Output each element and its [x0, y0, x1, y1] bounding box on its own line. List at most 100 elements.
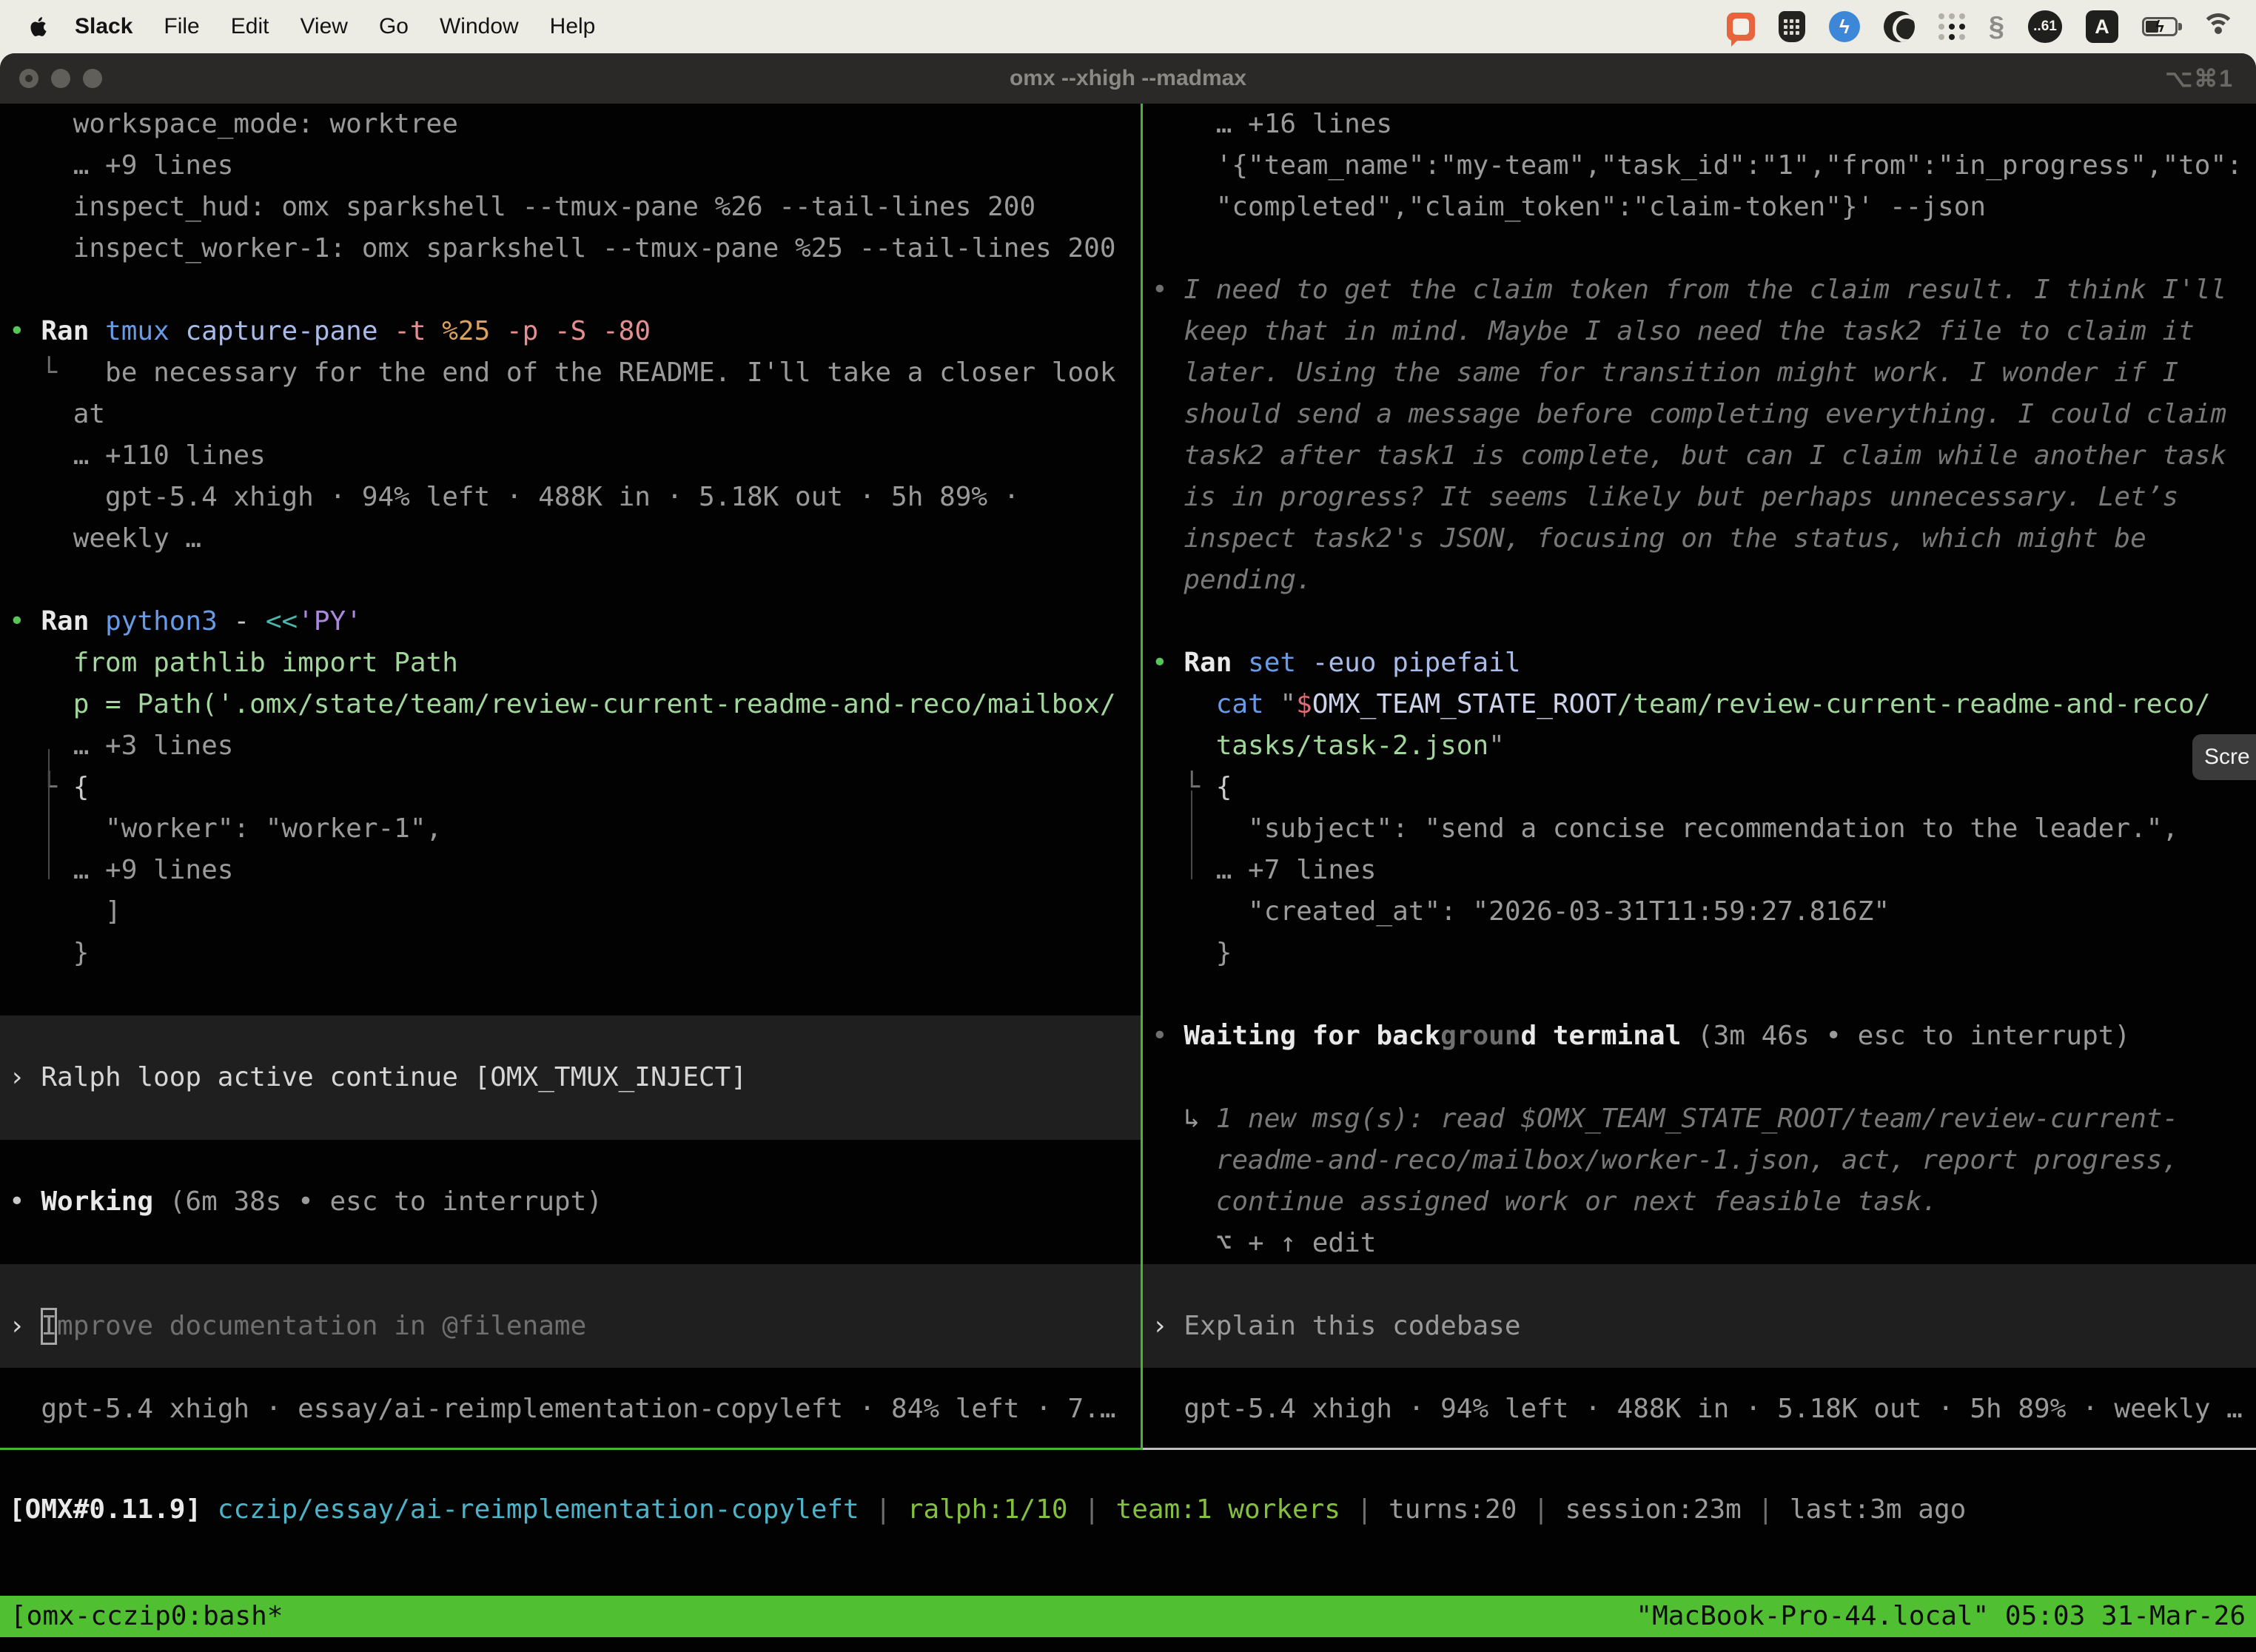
terminal-line: "subject": "send a concise recommendatio…	[1143, 808, 2256, 850]
right-pane-bottom-border	[1143, 1448, 2256, 1450]
terminal-line: inspect_worker-1: omx sparkshell --tmux-…	[0, 228, 1141, 269]
model-status: gpt-5.4 xhigh · 94% left · 488K in · 5.1…	[1143, 1368, 2256, 1430]
terminal-line: should send a message before completing …	[1143, 394, 2256, 435]
menu-item-help[interactable]: Help	[534, 14, 611, 39]
terminal-line: pending.	[1143, 560, 2256, 601]
menu-item-window[interactable]: Window	[424, 14, 534, 39]
lightning-app-icon[interactable]: ϟ	[1829, 11, 1860, 42]
terminal-line: • Ran set -euo pipefail	[1143, 642, 2256, 684]
menu-bar: SlackFileEditViewGoWindowHelp ϟ § ..61 A…	[0, 0, 2256, 53]
tmux-session-label: [omx-cczip0:bash*	[10, 1596, 283, 1637]
terminal-line: gpt-5.4 xhigh · 94% left · 488K in · 5.1…	[0, 477, 1141, 518]
count-badge-icon[interactable]: ..61	[2028, 10, 2062, 43]
screen-share-icon[interactable]	[1727, 13, 1755, 41]
terminal-line	[0, 269, 1141, 311]
terminal-line: › Explain this codebase	[1143, 1306, 2256, 1347]
terminal-line	[1143, 974, 2256, 1015]
terminal-line: … +9 lines	[0, 145, 1141, 187]
terminal-line	[1143, 601, 2256, 642]
working-status: • Working (6m 38s • esc to interrupt)	[0, 1140, 1141, 1264]
terminal-window: omx --xhigh --madmax ⌥⌘1 workspace_mode:…	[0, 53, 2256, 1652]
terminal-line: ↳ 1 new msg(s): read $OMX_TEAM_STATE_ROO…	[1143, 1098, 2256, 1140]
terminal-line: "created_at": "2026-03-31T11:59:27.816Z"	[1143, 891, 2256, 933]
terminal-line: inspect_hud: omx sparkshell --tmux-pane …	[0, 187, 1141, 228]
omx-status-line: [OMX#0.11.9] cczip/essay/ai-reimplementa…	[0, 1489, 1966, 1531]
terminal-line: … +9 lines	[0, 850, 1141, 891]
minimize-button[interactable]	[51, 69, 70, 88]
crescent-app-icon[interactable]	[1884, 11, 1915, 42]
terminal-line	[0, 1015, 1141, 1057]
terminal-line	[1143, 1057, 2256, 1098]
terminal-content: workspace_mode: worktree … +9 lines insp…	[0, 104, 2256, 1652]
terminal-line: readme-and-reco/mailbox/worker-1.json, a…	[1143, 1140, 2256, 1181]
terminal-line: "worker": "worker-1",	[0, 808, 1141, 850]
close-button[interactable]	[19, 69, 38, 88]
menu-item-go[interactable]: Go	[363, 14, 424, 39]
terminal-line: keep that in mind. Maybe I also need the…	[1143, 311, 2256, 352]
wifi-icon[interactable]	[2201, 13, 2235, 40]
traffic-lights	[19, 69, 102, 88]
app-grid-icon[interactable]	[1938, 13, 1965, 40]
terminal-line: weekly …	[0, 518, 1141, 560]
tooltip: Scre	[2192, 734, 2256, 780]
prompt-input[interactable]: › Improve documentation in @filename	[0, 1264, 1141, 1368]
terminal-line: from pathlib import Path	[0, 642, 1141, 684]
left-pane-bottom-border	[0, 1448, 1143, 1450]
zoom-button[interactable]	[83, 69, 102, 88]
charging-bolt-icon: ϟ	[2144, 19, 2175, 34]
right-terminal-pane[interactable]: … +16 lines '{"team_name":"my-team","tas…	[1143, 104, 2256, 1448]
hook-icon[interactable]: §	[1989, 11, 2004, 42]
prompt-input[interactable]: › Explain this codebase	[1143, 1264, 2256, 1368]
terminal-line: continue assigned work or next feasible …	[1143, 1181, 2256, 1223]
terminal-line: '{"team_name":"my-team","task_id":"1","f…	[1143, 145, 2256, 187]
menu-item-slack[interactable]: Slack	[59, 14, 148, 39]
terminal-line: › Ralph loop active continue [OMX_TMUX_I…	[0, 1057, 1141, 1098]
terminal-line	[0, 1140, 1141, 1181]
a-badge-icon[interactable]: A	[2086, 10, 2118, 43]
left-output-guide-line	[48, 749, 50, 879]
apple-menu-icon[interactable]	[25, 15, 49, 38]
terminal-line	[0, 560, 1141, 601]
terminal-line: gpt-5.4 xhigh · 94% left · 488K in · 5.1…	[1143, 1389, 2256, 1430]
scrollback-output: workspace_mode: worktree … +9 lines insp…	[0, 104, 1141, 1015]
terminal-line: • Ran tmux capture-pane -t %25 -p -S -80	[0, 311, 1141, 352]
terminal-line: }	[0, 933, 1141, 974]
terminal-line: cat "$OMX_TEAM_STATE_ROOT/team/review-cu…	[1143, 684, 2256, 725]
right-output-guide-line	[1191, 790, 1192, 879]
terminal-line: tasks/task-2.json"	[1143, 725, 2256, 767]
terminal-line: … +16 lines	[1143, 104, 2256, 145]
terminal-line: task2 after task1 is complete, but can I…	[1143, 435, 2256, 477]
model-status: gpt-5.4 xhigh · essay/ai-reimplementatio…	[0, 1368, 1141, 1430]
terminal-line: • Ran python3 - <<'PY'	[0, 601, 1141, 642]
terminal-line: › Improve documentation in @filename	[0, 1306, 1141, 1347]
terminal-line: └ be necessary for the end of the README…	[0, 352, 1141, 394]
terminal-line	[0, 1098, 1141, 1140]
window-title: omx --xhigh --madmax	[1010, 66, 1246, 91]
tmux-host-clock-label: "MacBook-Pro-44.local" 05:03 31-Mar-26	[1636, 1596, 2246, 1637]
terminal-line: ]	[0, 891, 1141, 933]
menu-item-edit[interactable]: Edit	[215, 14, 285, 39]
terminal-line: }	[1143, 933, 2256, 974]
terminal-line: p = Path('.omx/state/team/review-current…	[0, 684, 1141, 725]
terminal-line	[0, 1264, 1141, 1306]
window-titlebar[interactable]: omx --xhigh --madmax ⌥⌘1	[0, 53, 2256, 104]
menu-items: SlackFileEditViewGoWindowHelp	[59, 14, 611, 39]
left-terminal-pane[interactable]: workspace_mode: worktree … +9 lines insp…	[0, 104, 1141, 1448]
terminal-line: "completed","claim_token":"claim-token"}…	[1143, 187, 2256, 228]
terminal-line: inspect task2's JSON, focusing on the st…	[1143, 518, 2256, 560]
terminal-line: … +110 lines	[0, 435, 1141, 477]
shield-grid-icon[interactable]	[1779, 11, 1805, 42]
menu-item-file[interactable]: File	[148, 14, 215, 39]
terminal-line: later. Using the same for transition mig…	[1143, 352, 2256, 394]
ralph-loop-banner: › Ralph loop active continue [OMX_TMUX_I…	[0, 1015, 1141, 1140]
tmux-status-bar: [omx-cczip0:bash* "MacBook-Pro-44.local"…	[0, 1596, 2256, 1637]
menu-item-view[interactable]: View	[284, 14, 363, 39]
terminal-line	[0, 1223, 1141, 1264]
terminal-line	[1143, 228, 2256, 269]
terminal-line: gpt-5.4 xhigh · essay/ai-reimplementatio…	[0, 1389, 1141, 1430]
terminal-line: at	[0, 394, 1141, 435]
terminal-line: └ {	[1143, 767, 2256, 808]
terminal-line: workspace_mode: worktree	[0, 104, 1141, 145]
terminal-line: └ {	[0, 767, 1141, 808]
battery-icon[interactable]: ϟ	[2142, 17, 2178, 36]
